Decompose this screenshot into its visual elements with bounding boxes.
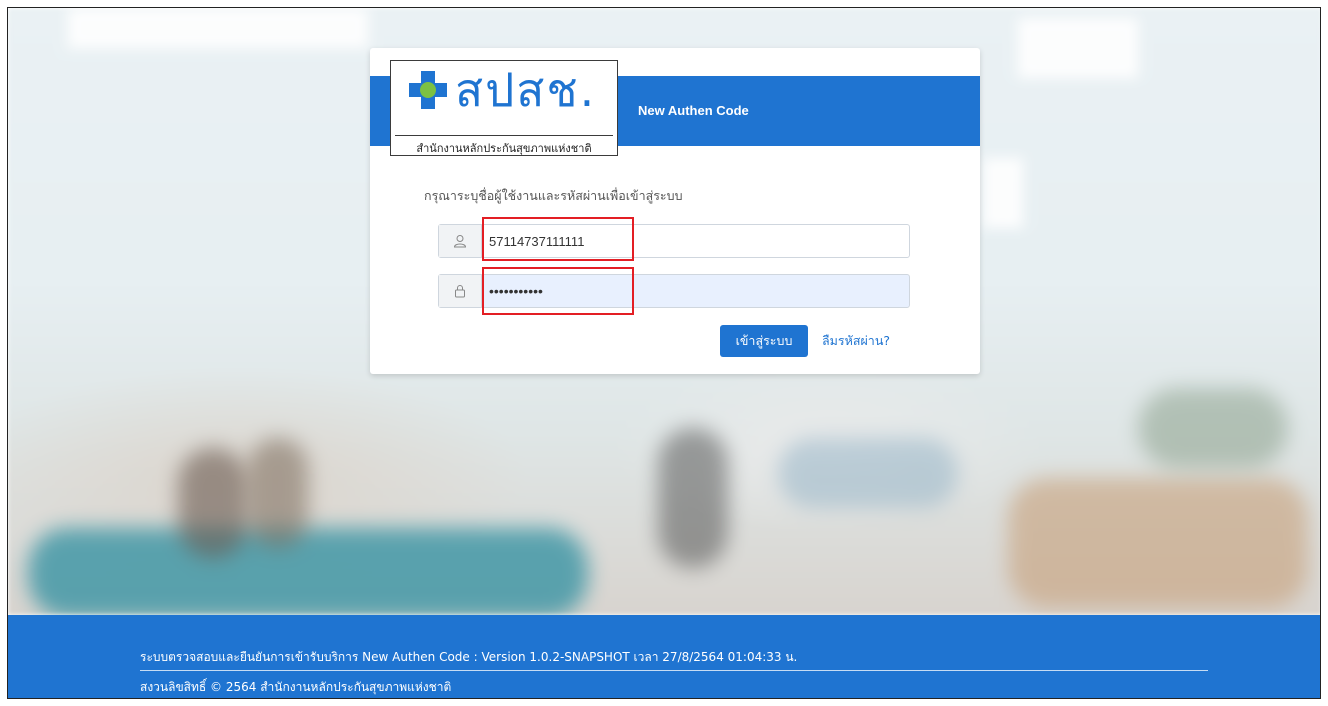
- footer: ระบบตรวจสอบและยืนยันการเข้ารับบริการ New…: [8, 615, 1320, 698]
- logo-subtitle: สำนักงานหลักประกันสุขภาพแห่งชาติ: [395, 135, 613, 157]
- password-field-group: [438, 274, 910, 308]
- username-input[interactable]: [489, 225, 899, 257]
- footer-divider: [140, 670, 1208, 671]
- lock-icon: [439, 275, 482, 307]
- app-title: New Authen Code: [638, 103, 749, 118]
- login-prompt: กรุณาระบุชื่อผู้ใช้งานและรหัสผ่านเพื่อเข…: [424, 188, 683, 203]
- version-info: ระบบตรวจสอบและยืนยันการเข้ารับบริการ New…: [140, 650, 798, 664]
- user-icon: [439, 225, 482, 257]
- logo-cross-icon: [409, 71, 447, 109]
- username-field-group: [438, 224, 910, 258]
- copyright-text: สงวนลิขสิทธิ์ © 2564 สำนักงานหลักประกันส…: [140, 680, 452, 694]
- login-button[interactable]: เข้าสู่ระบบ: [720, 325, 808, 357]
- page-frame: สปสช. สำนักงานหลักประกันสุขภาพแห่งชาติ N…: [7, 7, 1321, 699]
- logo-text: สปสช.: [455, 63, 597, 117]
- forgot-password-link[interactable]: ลืมรหัสผ่าน?: [822, 325, 890, 357]
- login-card: สปสช. สำนักงานหลักประกันสุขภาพแห่งชาติ N…: [370, 48, 980, 374]
- password-input[interactable]: [489, 275, 899, 307]
- nhso-logo: สปสช. สำนักงานหลักประกันสุขภาพแห่งชาติ: [390, 60, 618, 156]
